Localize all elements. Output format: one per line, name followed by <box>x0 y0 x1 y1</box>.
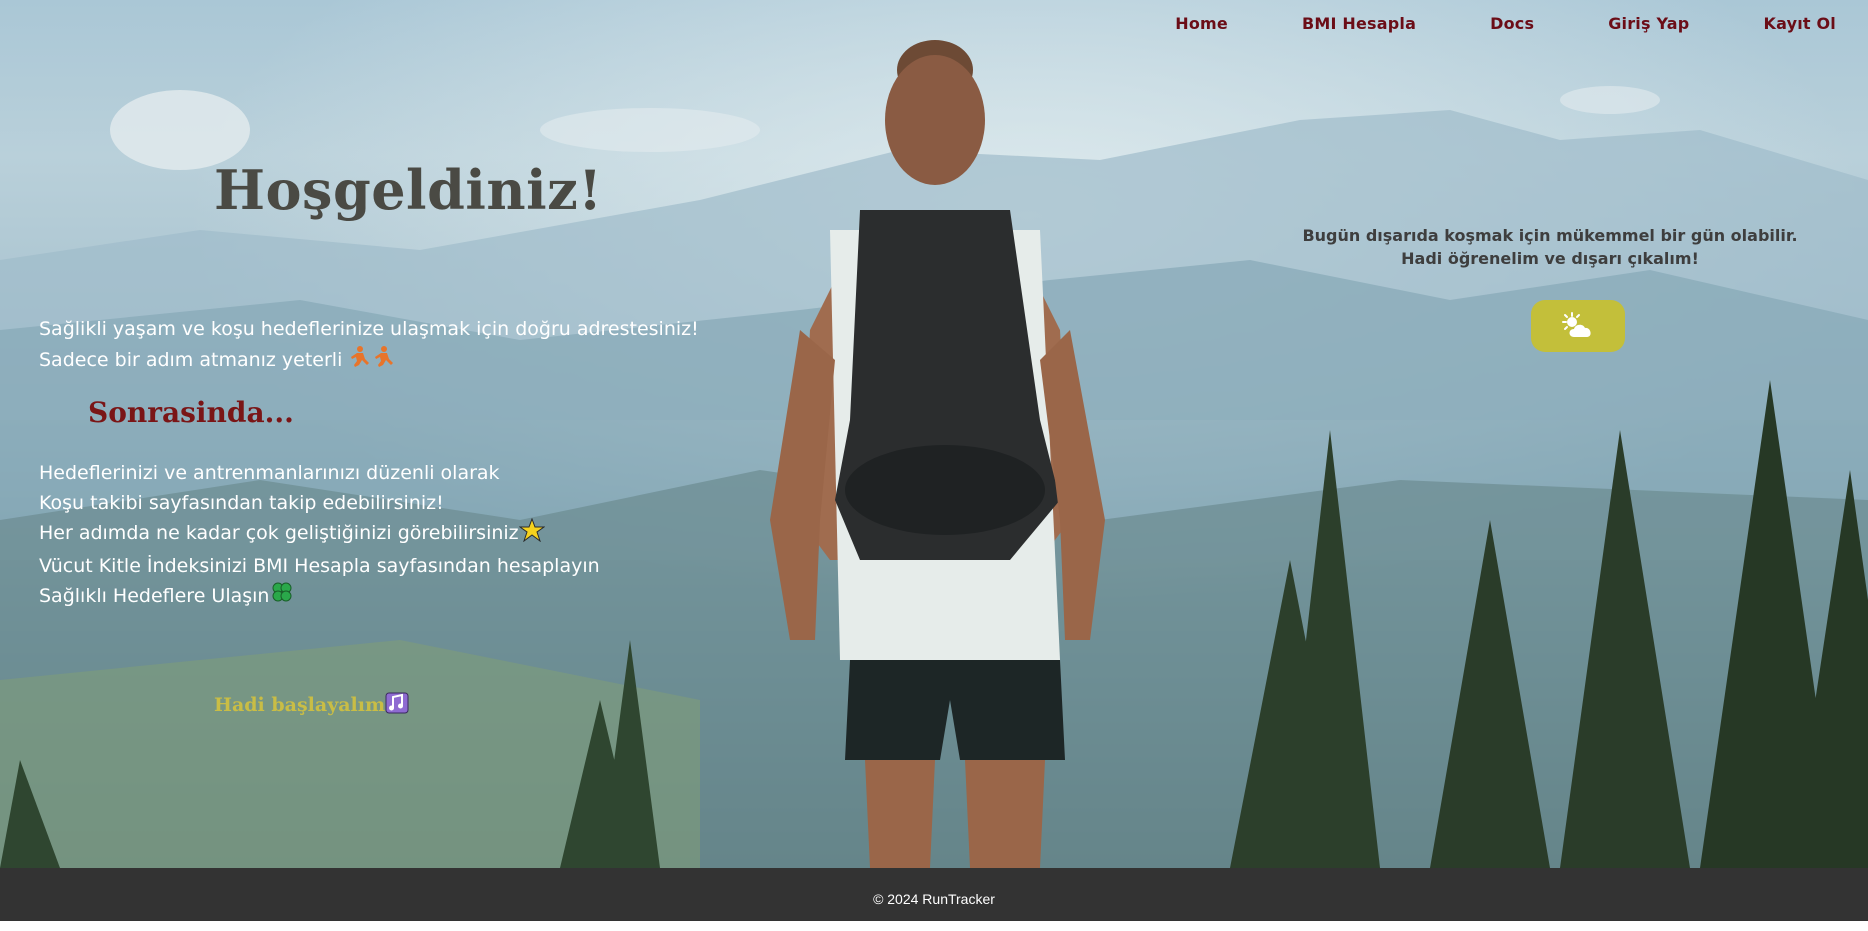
detail-line-with-icon: Her adımda ne kadar çok geliştiğinizi gö… <box>39 517 600 551</box>
nav-link-kayit-ol[interactable]: Kayıt Ol <box>1763 14 1836 33</box>
sun-behind-cloud-icon <box>1562 312 1591 337</box>
details-text: Hedeflerinizi ve antrenmanlarınızı düzen… <box>39 458 600 614</box>
detail-line-with-icon: Sağlıklı Hedeflere Ulaşın <box>39 581 600 614</box>
detail-line: Koşu takibi sayfasından takip edebilirsi… <box>39 492 444 514</box>
nav-link-home[interactable]: Home <box>1175 14 1228 33</box>
detail-line: Sağlıklı Hedeflere Ulaşın <box>39 585 270 607</box>
weather-prompt: Bugün dışarıda koşmak için mükemmel bir … <box>1300 224 1800 270</box>
nav-link-docs[interactable]: Docs <box>1490 14 1534 33</box>
get-started-label: Hadi başlayalım <box>214 694 386 716</box>
detail-line: Her adımda ne kadar çok geliştiğinizi gö… <box>39 522 519 544</box>
weather-line-1: Bugün dışarıda koşmak için mükemmel bir … <box>1302 226 1798 245</box>
hero-section: Home BMI Hesapla Docs Giriş Yap Kayıt Ol… <box>0 0 1868 868</box>
intro-text: Sağlikli yaşam ve koşu hedeflerinize ula… <box>39 314 699 379</box>
music-notes-icon <box>385 692 409 719</box>
nav-link-bmi-hesapla[interactable]: BMI Hesapla <box>1302 14 1416 33</box>
top-navigation: Home BMI Hesapla Docs Giriş Yap Kayıt Ol <box>1101 14 1836 33</box>
runner-icon <box>348 345 394 379</box>
detail-line: Vücut Kitle İndeksinizi BMI Hesapla sayf… <box>39 555 600 577</box>
star-icon <box>518 517 546 551</box>
intro-line-1: Sağlikli yaşam ve koşu hedeflerinize ula… <box>39 318 699 340</box>
section-subtitle: Sonrasinda... <box>88 396 294 429</box>
footer: © 2024 RunTracker <box>0 868 1868 921</box>
nav-link-giris-yap[interactable]: Giriş Yap <box>1608 14 1689 33</box>
weather-line-2: Hadi öğrenelim ve dışarı çıkalım! <box>1401 249 1699 268</box>
welcome-title: Hoşgeldiniz! <box>214 158 603 222</box>
get-started-link[interactable]: Hadi başlayalım <box>214 692 409 719</box>
intro-line-2-text: Sadece bir adım atmanız yeterli <box>39 349 343 371</box>
intro-line-2: Sadece bir adım atmanız yeterli <box>39 345 699 379</box>
four-leaf-clover-icon <box>269 581 295 614</box>
detail-line: Hedeflerinizi ve antrenmanlarınızı düzen… <box>39 462 500 484</box>
weather-button[interactable] <box>1531 300 1625 352</box>
background-landscape-image <box>0 0 1868 868</box>
footer-copyright: © 2024 RunTracker <box>873 891 995 907</box>
